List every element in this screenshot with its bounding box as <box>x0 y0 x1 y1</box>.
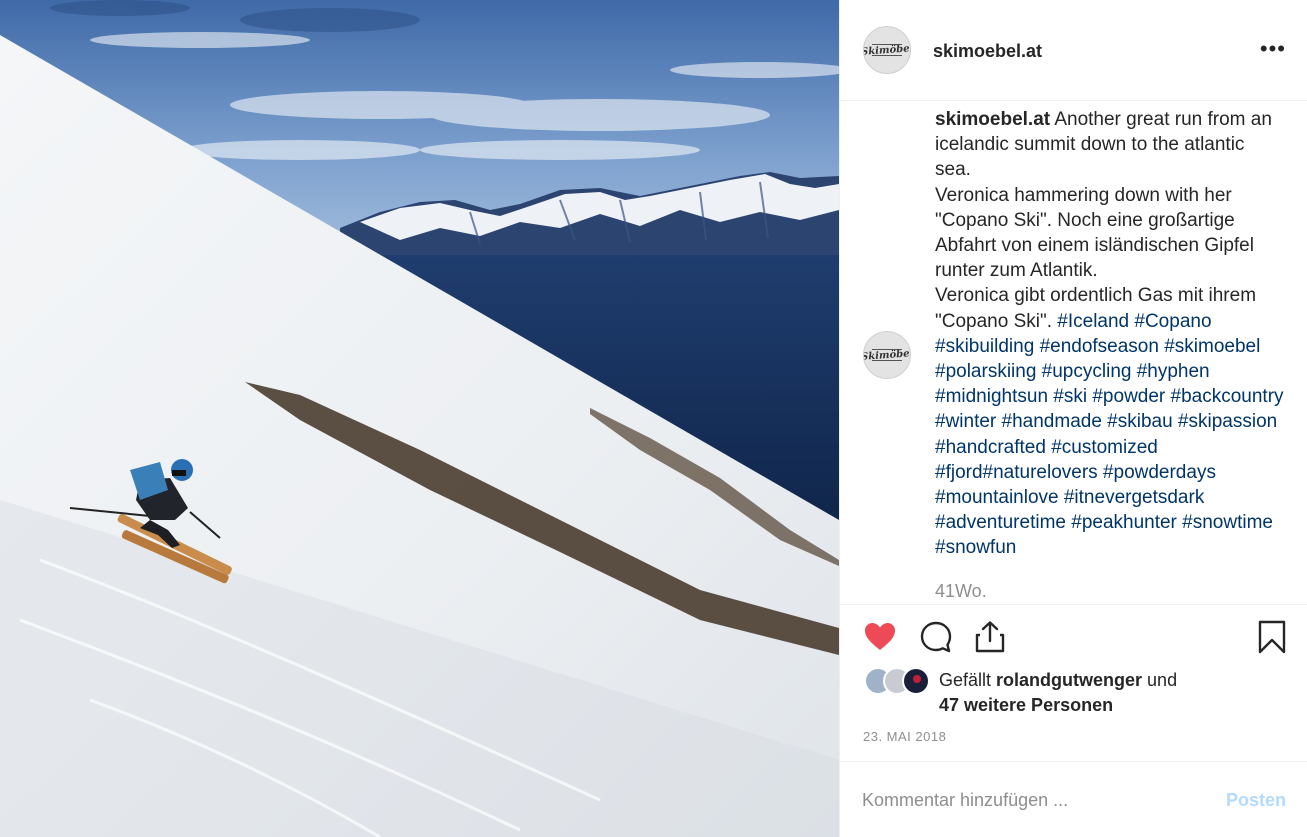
bookmark-icon[interactable] <box>1254 619 1290 655</box>
post-image[interactable] <box>0 0 839 837</box>
author-username[interactable]: skimoebel.at <box>933 41 1042 62</box>
liker-username[interactable]: rolandgutwenger <box>996 670 1142 690</box>
share-icon[interactable] <box>972 619 1008 655</box>
author-avatar[interactable]: Skimöbel <box>863 26 911 74</box>
more-dots-icon[interactable]: ••• <box>1260 38 1286 60</box>
caption-text: Another great run from an icelandic summ… <box>935 109 1272 332</box>
action-bar <box>840 604 1307 664</box>
heart-filled-icon[interactable] <box>862 619 898 655</box>
ski-photo <box>0 0 839 837</box>
likes-text: Gefällt rolandgutwenger und 47 weitere P… <box>939 670 1178 715</box>
post-panel: Skimöbel skimoebel.at ••• Skimöbel skimo… <box>839 0 1307 837</box>
post-date[interactable]: 23. MAI 2018 <box>863 729 946 744</box>
comment-bar: Posten <box>840 761 1307 837</box>
caption-username[interactable]: skimoebel.at <box>935 109 1050 130</box>
caption-hashtags[interactable]: #Iceland #Copano #skibuilding #endofseas… <box>935 311 1284 559</box>
post-comment-button[interactable]: Posten <box>1226 790 1286 811</box>
comment-icon[interactable] <box>918 619 954 655</box>
caption-area: Skimöbel skimoebel.at Another great run … <box>840 101 1307 604</box>
liker-avatar[interactable] <box>902 667 930 695</box>
post-age[interactable]: 41Wo. <box>935 581 987 602</box>
post-header: Skimöbel skimoebel.at ••• <box>840 0 1307 101</box>
likes-others[interactable]: 47 weitere Personen <box>939 695 1113 715</box>
likes-summary: Gefällt rolandgutwenger und 47 weitere P… <box>840 664 1307 724</box>
comment-input[interactable] <box>862 790 1202 811</box>
liker-avatars[interactable] <box>864 667 934 697</box>
post-caption: skimoebel.at Another great run from an i… <box>935 107 1285 561</box>
caption-avatar[interactable]: Skimöbel <box>863 331 911 379</box>
